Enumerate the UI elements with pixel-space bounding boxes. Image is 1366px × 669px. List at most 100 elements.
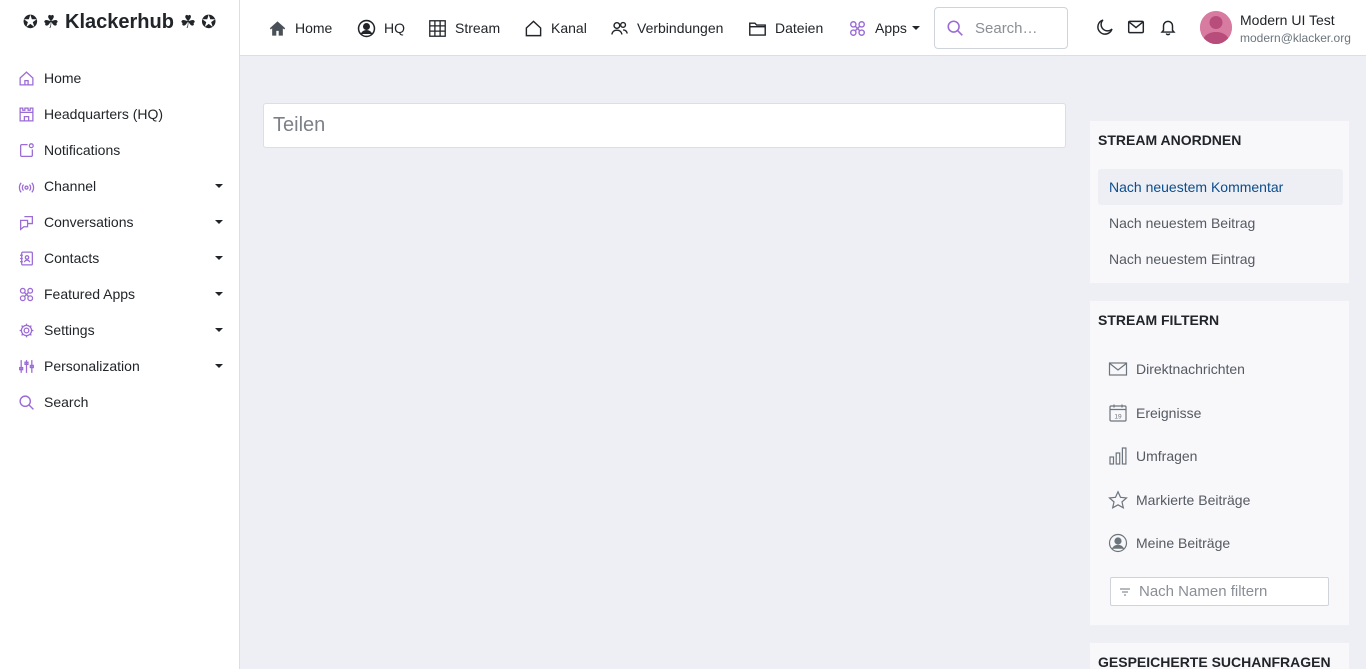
bell-icon xyxy=(1160,20,1176,36)
filter-starred-posts[interactable]: Markierte Beiträge xyxy=(1108,485,1338,515)
brand[interactable]: ✪ ☘ Klackerhub ☘ ✪ xyxy=(0,0,239,44)
sidebar-item-label: Headquarters (HQ) xyxy=(44,106,164,122)
chevron-down-icon[interactable] xyxy=(215,220,223,224)
sidebar-item-label: Settings xyxy=(44,322,95,338)
topnav-label: Verbindungen xyxy=(637,20,724,36)
stream-filter-widget: STREAM FILTERN Direktnachrichten 19 Erei… xyxy=(1089,300,1350,626)
top-search[interactable] xyxy=(934,7,1068,49)
messages-button[interactable] xyxy=(1127,18,1147,38)
home-icon xyxy=(269,20,286,36)
topnav-label: Home xyxy=(295,20,333,36)
castle-icon xyxy=(17,105,35,123)
sidebar-item-label: Personalization xyxy=(44,358,140,374)
stream-order-widget: STREAM ANORDNEN Nach neuestem Kommentar … xyxy=(1089,120,1350,284)
sidebar-item-conversations[interactable]: Conversations xyxy=(0,204,239,240)
topnav-label: HQ xyxy=(384,20,405,36)
sliders-icon xyxy=(17,357,35,375)
user-circle-icon xyxy=(357,19,376,37)
topnav-item-kanal[interactable]: Kanal xyxy=(524,0,587,56)
folder-icon xyxy=(749,21,766,36)
chevron-down-icon[interactable] xyxy=(215,184,223,188)
topnav-item-hq[interactable]: HQ xyxy=(357,0,405,56)
chevron-down-icon[interactable] xyxy=(215,256,223,260)
topnav-item-dateien[interactable]: Dateien xyxy=(748,0,823,56)
svg-text:19: 19 xyxy=(1114,413,1122,420)
sidebar-item-personalization[interactable]: Personalization xyxy=(0,348,239,384)
dark-mode-toggle[interactable] xyxy=(1096,18,1116,38)
widget-title: STREAM FILTERN xyxy=(1098,312,1220,328)
search-input[interactable] xyxy=(975,19,1063,37)
chat-square-icon xyxy=(17,213,35,231)
sidebar-item-home[interactable]: Home xyxy=(0,60,239,96)
sidebar-item-search[interactable]: Search xyxy=(0,384,239,420)
topnav-item-stream[interactable]: Stream xyxy=(428,0,500,56)
sidebar-nav: Home Headquarters (HQ) Notifications Cha… xyxy=(0,60,239,420)
gear-icon xyxy=(17,321,35,339)
sidebar: ✪ ☘ Klackerhub ☘ ✪ Home Headquarters (HQ… xyxy=(0,0,240,669)
saved-searches-widget: GESPEICHERTE SUCHANFRAGEN xyxy=(1089,642,1350,669)
brand-name: Klackerhub xyxy=(65,10,174,33)
brand-symbol-right: ☘ ✪ xyxy=(179,11,217,32)
user-email: modern@klacker.org xyxy=(1240,31,1351,45)
filter-icon xyxy=(1120,588,1130,595)
filter-direct-messages[interactable]: Direktnachrichten xyxy=(1108,354,1338,384)
sidebar-item-channel[interactable]: Channel xyxy=(0,168,239,204)
sidebar-item-label: Featured Apps xyxy=(44,286,136,302)
topnav-item-apps[interactable]: Apps xyxy=(848,0,920,56)
widget-title: GESPEICHERTE SUCHANFRAGEN xyxy=(1098,654,1331,669)
grid-icon xyxy=(429,19,446,37)
sidebar-item-headquarters[interactable]: Headquarters (HQ) xyxy=(0,96,239,132)
sidebar-item-label: Search xyxy=(44,394,89,410)
order-by-post[interactable]: Nach neuestem Beitrag xyxy=(1098,205,1343,241)
topnav-label: Kanal xyxy=(551,20,587,36)
chevron-down-icon[interactable] xyxy=(215,292,223,296)
user-name[interactable]: Modern UI Test xyxy=(1240,12,1335,28)
filter-label: Markierte Beiträge xyxy=(1136,492,1251,508)
sidebar-item-contacts[interactable]: Contacts xyxy=(0,240,239,276)
contact-book-icon xyxy=(17,249,35,267)
topnav-item-home[interactable]: Home xyxy=(268,0,332,56)
share-box[interactable]: Teilen xyxy=(263,103,1066,148)
topnav-label: Stream xyxy=(455,20,501,36)
filter-label: Ereignisse xyxy=(1136,405,1202,421)
topnav-label: Dateien xyxy=(775,20,824,36)
apps-flower-icon xyxy=(17,285,35,303)
broadcast-icon xyxy=(17,177,35,195)
user-avatar-icon xyxy=(1200,11,1232,44)
chevron-down-icon[interactable] xyxy=(215,364,223,368)
brand-symbol-left: ✪ ☘ xyxy=(22,11,60,32)
sidebar-item-label: Notifications xyxy=(44,142,121,158)
notifications-button[interactable] xyxy=(1159,18,1179,38)
filter-label: Umfragen xyxy=(1136,448,1198,464)
calendar-icon: 19 xyxy=(1109,404,1127,422)
sidebar-item-label: Channel xyxy=(44,178,97,194)
name-filter-field[interactable] xyxy=(1110,577,1329,606)
search-icon xyxy=(17,393,35,411)
sidebar-item-featured-apps[interactable]: Featured Apps xyxy=(0,276,239,312)
top-navbar: Home HQ Stream Kanal Verbindungen Dateie… xyxy=(240,0,1366,56)
avatar[interactable] xyxy=(1200,11,1232,44)
order-by-entry[interactable]: Nach neuestem Eintrag xyxy=(1098,241,1343,277)
widget-title: STREAM ANORDNEN xyxy=(1098,132,1242,148)
topnav-item-verbindungen[interactable]: Verbindungen xyxy=(610,0,723,56)
chevron-down-icon[interactable] xyxy=(215,328,223,332)
apps-flower-icon xyxy=(850,20,865,36)
sidebar-item-label: Conversations xyxy=(44,214,134,230)
envelope-icon xyxy=(1108,362,1128,376)
order-by-comment[interactable]: Nach neuestem Kommentar xyxy=(1098,169,1343,205)
name-filter-input[interactable] xyxy=(1139,583,1319,600)
filter-my-posts[interactable]: Meine Beiträge xyxy=(1108,528,1338,558)
sidebar-item-notifications[interactable]: Notifications xyxy=(0,132,239,168)
envelope-icon xyxy=(1127,20,1145,34)
bar-chart-icon xyxy=(1109,447,1127,465)
sidebar-item-settings[interactable]: Settings xyxy=(0,312,239,348)
topnav-label: Apps xyxy=(875,20,907,36)
people-icon xyxy=(611,21,628,35)
filter-label: Meine Beiträge xyxy=(1136,535,1231,551)
filter-events[interactable]: 19 Ereignisse xyxy=(1108,398,1338,428)
filter-polls[interactable]: Umfragen xyxy=(1108,441,1338,471)
sidebar-item-label: Home xyxy=(44,70,82,86)
search-icon xyxy=(947,20,963,36)
user-circle-icon xyxy=(1108,533,1128,553)
house-outline-icon xyxy=(525,19,542,36)
